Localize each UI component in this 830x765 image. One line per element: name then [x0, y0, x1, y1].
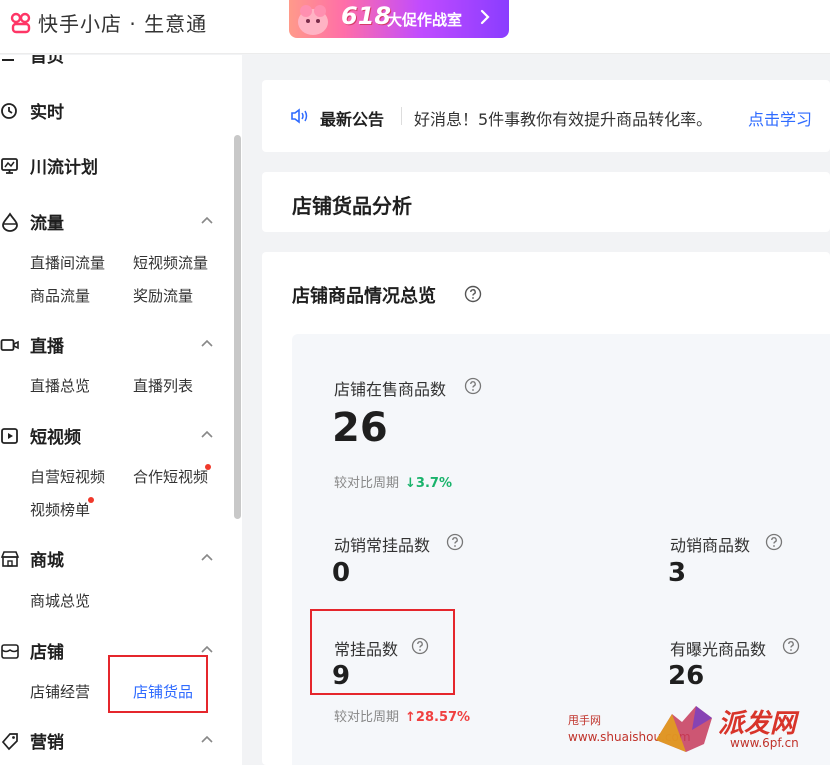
- divider: [401, 107, 402, 125]
- compare-label: 较对比周期: [334, 476, 400, 491]
- watermark-site-name: 甩手网: [568, 714, 601, 727]
- chevron-right-icon: [480, 9, 490, 25]
- sidebar-item-label: 直播: [30, 337, 64, 357]
- sidebar-sub-live-overview[interactable]: 直播总览: [30, 375, 90, 396]
- sidebar-item-label: 短视频: [30, 428, 81, 448]
- sidebar-scrollbar[interactable]: [234, 135, 241, 519]
- shop-icon: [0, 551, 20, 567]
- page-title: 店铺货品分析: [292, 194, 412, 218]
- sidebar-sub-reward-traffic[interactable]: 奖励流量: [133, 285, 193, 306]
- metric-active-regular-value: 0: [332, 558, 351, 588]
- sidebar-sub-store-operation[interactable]: 店铺经营: [30, 681, 90, 702]
- metric-active-goods-value: 3: [668, 558, 687, 588]
- notice-text: 好消息！5件事教你有效提升商品转化率。: [414, 110, 713, 129]
- sidebar-item-label: 实时: [30, 103, 64, 123]
- sidebar-sub-mall-overview[interactable]: 商城总览: [30, 590, 90, 611]
- sidebar-item-label: 首页: [30, 55, 64, 67]
- sidebar-item-label: 营销: [30, 733, 64, 753]
- help-icon[interactable]: [464, 285, 482, 303]
- sidebar-sub-goods-traffic[interactable]: 商品流量: [30, 285, 90, 306]
- metric-active-goods-label: 动销商品数: [670, 536, 751, 555]
- sidebar-item-label: 商城: [30, 551, 64, 571]
- metric-active-regular-label: 动销常挂品数: [334, 536, 431, 555]
- watermark-logo-icon: [656, 706, 712, 752]
- section-header: 店铺货品分析: [262, 172, 830, 232]
- play-square-icon: [1, 428, 18, 444]
- metric-on-sale-value: 26: [332, 405, 388, 451]
- help-icon[interactable]: [782, 637, 800, 655]
- sidebar-sub-coop-video[interactable]: 合作短视频: [133, 466, 208, 487]
- promo-banner-618[interactable]: 618 大促作战室: [289, 0, 509, 38]
- chevron-up-icon[interactable]: [200, 734, 214, 744]
- speaker-icon: [291, 108, 308, 124]
- sidebar-sub-video-traffic[interactable]: 短视频流量: [133, 252, 208, 273]
- highlight-box: [108, 655, 208, 713]
- sidebar-sub-live-traffic[interactable]: 直播间流量: [30, 252, 105, 273]
- chevron-up-icon[interactable]: [200, 215, 214, 225]
- compare-label: 较对比周期: [334, 710, 400, 725]
- metric-on-sale-compare: 较对比周期 ↓3.7%: [334, 472, 452, 491]
- mascot-icon: [298, 5, 328, 35]
- monitor-icon: [1, 158, 18, 174]
- metric-exposed-value: 26: [668, 661, 705, 691]
- help-icon[interactable]: [765, 533, 783, 551]
- chevron-up-icon[interactable]: [200, 338, 214, 348]
- sidebar-item-short-video[interactable]: 短视频: [0, 422, 225, 448]
- sidebar-item-traffic[interactable]: 流量: [0, 208, 225, 234]
- help-icon[interactable]: [464, 377, 482, 395]
- notification-dot: [88, 497, 94, 503]
- drop-icon: [2, 212, 18, 232]
- change-down: ↓3.7%: [405, 476, 452, 491]
- store-icon: [1, 644, 19, 659]
- sidebar-item-label: 流量: [30, 214, 64, 234]
- notice-bar: 最新公告 好消息！5件事教你有效提升商品转化率。 点击学习: [262, 80, 830, 152]
- metric-exposed-label: 有曝光商品数: [670, 640, 767, 659]
- sidebar-sub-own-video[interactable]: 自营短视频: [30, 466, 105, 487]
- live-camera-icon: [0, 339, 19, 351]
- sidebar-item-label: 川流计划: [30, 158, 98, 178]
- sidebar-item-marketing[interactable]: 营销: [0, 727, 225, 753]
- highlight-box: [310, 609, 455, 695]
- promo-text: 大促作战室: [387, 11, 463, 29]
- chevron-up-icon[interactable]: [200, 552, 214, 562]
- promo-618-number: 618: [341, 2, 392, 30]
- sidebar-item-realtime[interactable]: 实时: [0, 97, 225, 123]
- tag-icon: [1, 733, 18, 751]
- sidebar-sub-live-list[interactable]: 直播列表: [133, 375, 193, 396]
- watermark-brand-url: www.6pf.cn: [730, 736, 799, 750]
- sidebar-item-mall[interactable]: 商城: [0, 545, 225, 571]
- change-up: ↑28.57%: [405, 710, 471, 725]
- kuaishou-logo-icon: [10, 12, 31, 33]
- sidebar: 首页 实时 川流计划 流量 直播间流量 短视频流量 商品流量 奖励流量 直播 直…: [0, 55, 242, 765]
- chevron-up-icon[interactable]: [200, 644, 214, 654]
- notification-dot: [205, 464, 211, 470]
- top-header: 快手小店 · 生意通 618 大促作战室: [0, 0, 830, 54]
- chevron-up-icon[interactable]: [200, 429, 214, 439]
- metric-on-sale-label: 店铺在售商品数: [334, 380, 447, 399]
- metric-regular-compare: 较对比周期 ↑28.57%: [334, 706, 470, 725]
- home-icon: [2, 59, 14, 61]
- sidebar-item-live[interactable]: 直播: [0, 331, 225, 357]
- learn-more-link[interactable]: 点击学习: [748, 106, 812, 130]
- sidebar-item-home[interactable]: 首页: [0, 55, 225, 67]
- help-icon[interactable]: [446, 533, 464, 551]
- sidebar-sub-video-rank[interactable]: 视频榜单: [30, 499, 90, 520]
- app-title: 快手小店 · 生意通: [38, 12, 208, 36]
- app-logo[interactable]: 快手小店 · 生意通: [10, 8, 207, 37]
- overview-title: 店铺商品情况总览: [292, 286, 436, 307]
- watermark-brand: 派发网: [718, 709, 797, 739]
- notice-label: 最新公告: [320, 110, 385, 129]
- clock-icon: [1, 103, 17, 119]
- sidebar-item-chuanliu[interactable]: 川流计划: [0, 152, 225, 178]
- sidebar-item-label: 店铺: [30, 643, 64, 663]
